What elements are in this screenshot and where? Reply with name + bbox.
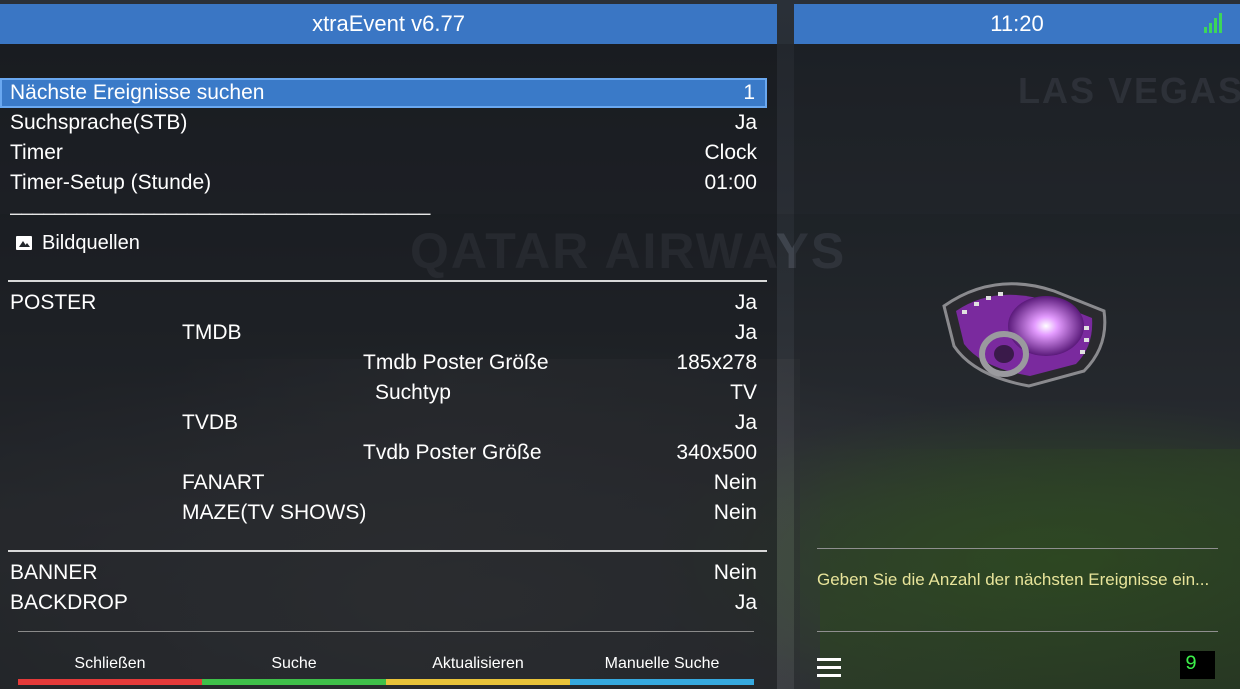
row-value: Ja [734, 321, 757, 344]
row-label: BACKDROP [10, 591, 128, 614]
row-value: Ja [734, 111, 757, 134]
row-label: MAZE(TV SHOWS) [182, 501, 367, 524]
clock-bar: 11:20 [794, 4, 1240, 44]
yellow-refresh-button[interactable]: Aktualisieren [386, 651, 570, 685]
row-label: Tvdb Poster Größe [363, 441, 542, 464]
row-value: 340x500 [676, 441, 757, 464]
number-input[interactable]: 9 [1180, 651, 1215, 679]
row-value: Nein [713, 561, 757, 584]
group-divider [8, 550, 767, 552]
row-value: Nein [713, 501, 757, 524]
help-text: Geben Sie die Anzahl der nächsten Ereign… [817, 570, 1210, 589]
row-label: POSTER [10, 291, 97, 314]
red-close-button[interactable]: Schließen [18, 651, 202, 685]
row-fanart[interactable]: FANART Nein [0, 468, 767, 498]
row-value: Ja [734, 291, 757, 314]
row-value: Nein [713, 471, 757, 494]
row-banner[interactable]: BANNER Nein [0, 558, 767, 588]
row-value: 185x278 [676, 351, 757, 374]
hamburger-menu-icon[interactable] [817, 658, 841, 678]
row-tvdb[interactable]: TVDB Ja [0, 408, 767, 438]
settings-panel: xtraEvent v6.77 Nächste Ereignisse suche… [0, 4, 777, 689]
signal-bars-icon [1204, 13, 1222, 33]
row-label: Nächste Ereignisse suchen [10, 81, 265, 104]
section-label: Bildquellen [42, 232, 140, 254]
red-bar [18, 679, 202, 685]
info-panel: 11:20 Geben Sie die Anzahl der nächsten … [794, 4, 1240, 689]
button-label: Suche [271, 655, 317, 672]
image-icon [16, 236, 32, 250]
yellow-bar [386, 679, 570, 685]
button-label: Schließen [74, 655, 146, 672]
row-label: BANNER [10, 561, 98, 584]
color-button-bar: Schließen Suche Aktualisieren Manuelle S… [18, 651, 754, 685]
window-title: xtraEvent v6.77 [0, 4, 777, 44]
row-backdrop[interactable]: BACKDROP Ja [0, 588, 767, 618]
row-label: FANART [182, 471, 265, 494]
row-timer-setup[interactable]: Timer-Setup (Stunde) 01:00 [0, 168, 767, 198]
row-value: Ja [734, 411, 757, 434]
section-image-sources[interactable]: Bildquellen [0, 228, 767, 258]
row-label: TMDB [182, 321, 242, 344]
row-value: Clock [704, 141, 757, 164]
row-maze[interactable]: MAZE(TV SHOWS) Nein [0, 498, 767, 528]
button-label: Aktualisieren [432, 655, 524, 672]
row-next-events[interactable]: Nächste Ereignisse suchen 1 [0, 78, 767, 108]
footer-divider [18, 631, 754, 632]
row-search-type[interactable]: Suchtyp TV [0, 378, 767, 408]
dashed-separator: —————————————————————————————————————— [10, 201, 431, 225]
section-divider [8, 280, 767, 282]
help-divider-bottom [817, 631, 1218, 632]
row-tmdb-poster-size[interactable]: Tmdb Poster Größe 185x278 [0, 348, 767, 378]
row-value: TV [730, 381, 757, 404]
film-reel-icon [942, 282, 1107, 388]
button-label: Manuelle Suche [604, 655, 720, 672]
row-value: 1 [743, 81, 755, 104]
row-label: Suchsprache(STB) [10, 111, 188, 134]
row-label: Timer [10, 141, 63, 164]
help-divider-top [817, 548, 1218, 549]
row-poster[interactable]: POSTER Ja [0, 288, 767, 318]
clock-time: 11:20 [990, 11, 1044, 36]
row-value: Ja [734, 591, 757, 614]
row-timer[interactable]: Timer Clock [0, 138, 767, 168]
row-label: Tmdb Poster Größe [363, 351, 549, 374]
green-search-button[interactable]: Suche [202, 651, 386, 685]
blue-bar [570, 679, 754, 685]
row-tvdb-poster-size[interactable]: Tvdb Poster Größe 340x500 [0, 438, 767, 468]
green-bar [202, 679, 386, 685]
row-label: TVDB [182, 411, 239, 434]
row-search-language[interactable]: Suchsprache(STB) Ja [0, 108, 767, 138]
row-label: Timer-Setup (Stunde) [10, 171, 212, 194]
row-label: Suchtyp [375, 381, 451, 404]
blue-manual-search-button[interactable]: Manuelle Suche [570, 651, 754, 685]
row-tmdb[interactable]: TMDB Ja [0, 318, 767, 348]
row-value: 01:00 [704, 171, 757, 194]
